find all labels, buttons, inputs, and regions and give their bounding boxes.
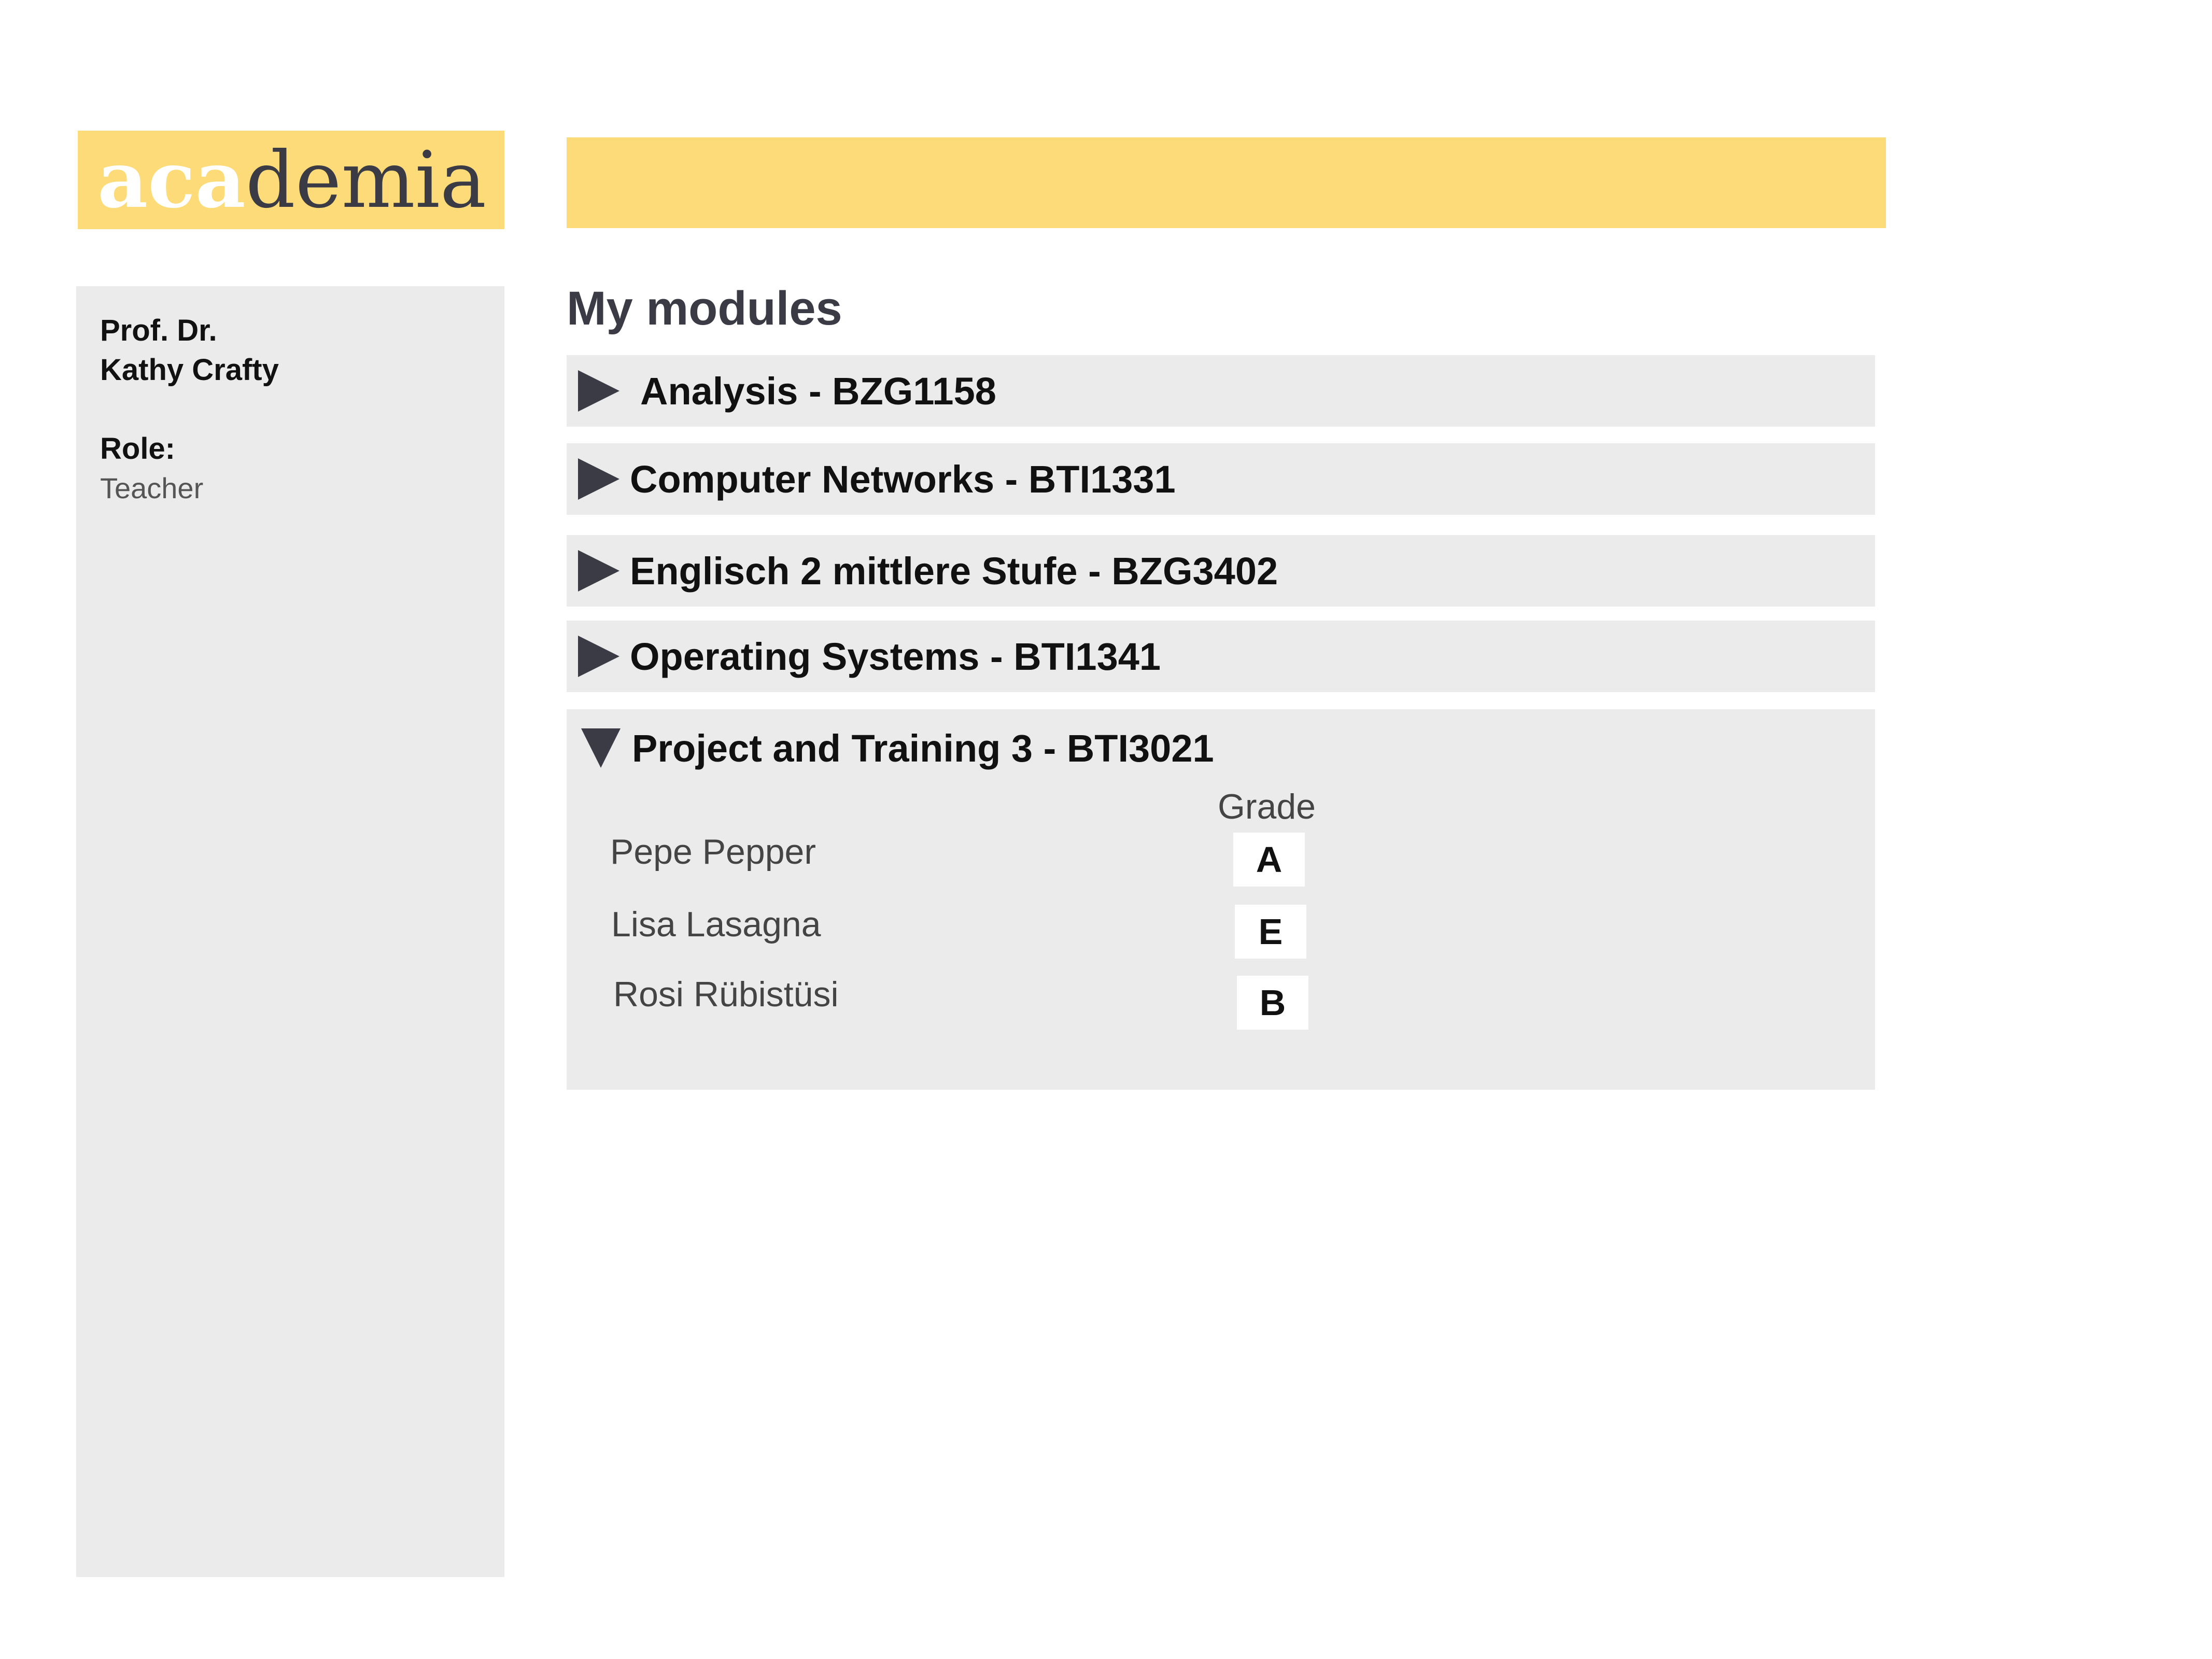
module-header[interactable]: Operating Systems - BTI1341 [567, 621, 1875, 692]
grade-field[interactable]: B [1237, 976, 1308, 1030]
triangle-right-icon[interactable] [578, 636, 619, 677]
sidebar-profile-panel: Prof. Dr. Kathy Crafty Role: Teacher [76, 286, 504, 1577]
module-header[interactable]: Project and Training 3 - BTI3021 [567, 709, 1875, 787]
module-title: Analysis - BZG1158 [640, 369, 996, 413]
logo-part-aca: aca [97, 134, 246, 226]
role-label: Role: [100, 432, 175, 466]
grade-field[interactable]: A [1233, 833, 1305, 887]
user-name-line2: Kathy Crafty [100, 353, 279, 387]
module-analysis[interactable]: Analysis - BZG1158 [567, 355, 1875, 427]
academia-logo: academia [78, 131, 504, 229]
student-name: Rosi Rübistüsi [613, 975, 839, 1014]
triangle-right-icon[interactable] [578, 370, 619, 412]
triangle-right-icon[interactable] [578, 550, 619, 592]
module-title: Englisch 2 mittlere Stufe - BZG3402 [630, 549, 1278, 593]
module-header[interactable]: Computer Networks - BTI1331 [567, 443, 1875, 515]
user-name-line1: Prof. Dr. [100, 314, 217, 347]
role-value: Teacher [100, 472, 204, 504]
header-bar [567, 137, 1886, 228]
module-header[interactable]: Englisch 2 mittlere Stufe - BZG3402 [567, 535, 1875, 607]
module-title: Operating Systems - BTI1341 [630, 635, 1161, 678]
logo-part-demia: demia [245, 135, 487, 226]
module-title: Project and Training 3 - BTI3021 [632, 726, 1214, 770]
module-project-training-3[interactable]: Project and Training 3 - BTI3021 Grade P… [567, 709, 1875, 1090]
triangle-right-icon[interactable] [578, 458, 619, 500]
module-computer-networks[interactable]: Computer Networks - BTI1331 [567, 443, 1875, 515]
triangle-down-icon[interactable] [581, 728, 621, 768]
module-operating-systems[interactable]: Operating Systems - BTI1341 [567, 621, 1875, 692]
grade-field[interactable]: E [1235, 905, 1306, 959]
page-title: My modules [567, 282, 842, 335]
grade-column-header: Grade [1218, 787, 1316, 826]
student-name: Pepe Pepper [610, 832, 816, 871]
module-englisch-2[interactable]: Englisch 2 mittlere Stufe - BZG3402 [567, 535, 1875, 607]
student-name: Lisa Lasagna [611, 905, 821, 944]
module-header[interactable]: Analysis - BZG1158 [567, 355, 1875, 427]
module-title: Computer Networks - BTI1331 [630, 457, 1176, 501]
